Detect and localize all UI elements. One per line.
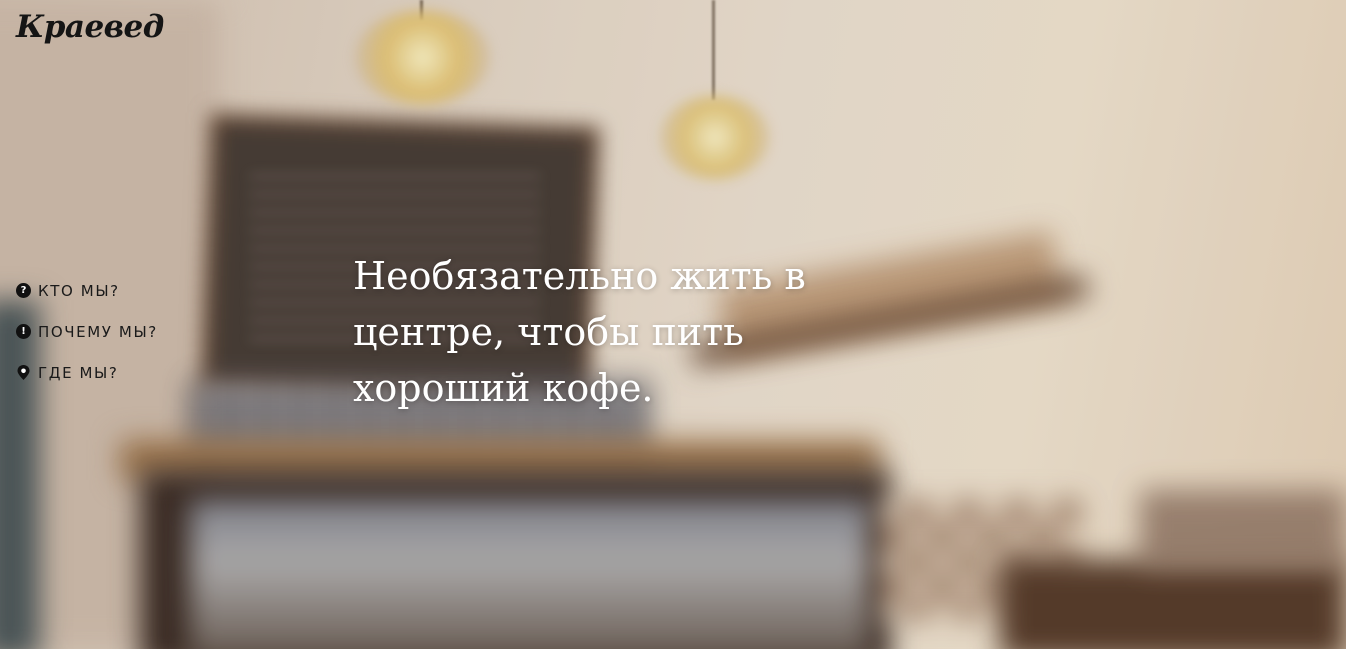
hero-headline: Необязательно жить в центре, чтобы пить … [353,254,806,410]
map-pin-icon [16,365,31,380]
site-logo[interactable]: Краевед [16,9,164,45]
exclamation-icon: ! [16,324,31,339]
side-nav: ? КТО МЫ? ! ПОЧЕМУ МЫ? ГДЕ МЫ? [16,270,158,393]
nav-item-why-us[interactable]: ! ПОЧЕМУ МЫ? [16,311,158,352]
nav-item-who-we-are[interactable]: ? КТО МЫ? [16,270,158,311]
nav-item-label: ПОЧЕМУ МЫ? [38,322,158,341]
nav-item-label: КТО МЫ? [38,281,120,300]
nav-item-where-we-are[interactable]: ГДЕ МЫ? [16,352,158,393]
question-icon: ? [16,283,31,298]
nav-item-label: ГДЕ МЫ? [38,363,119,382]
